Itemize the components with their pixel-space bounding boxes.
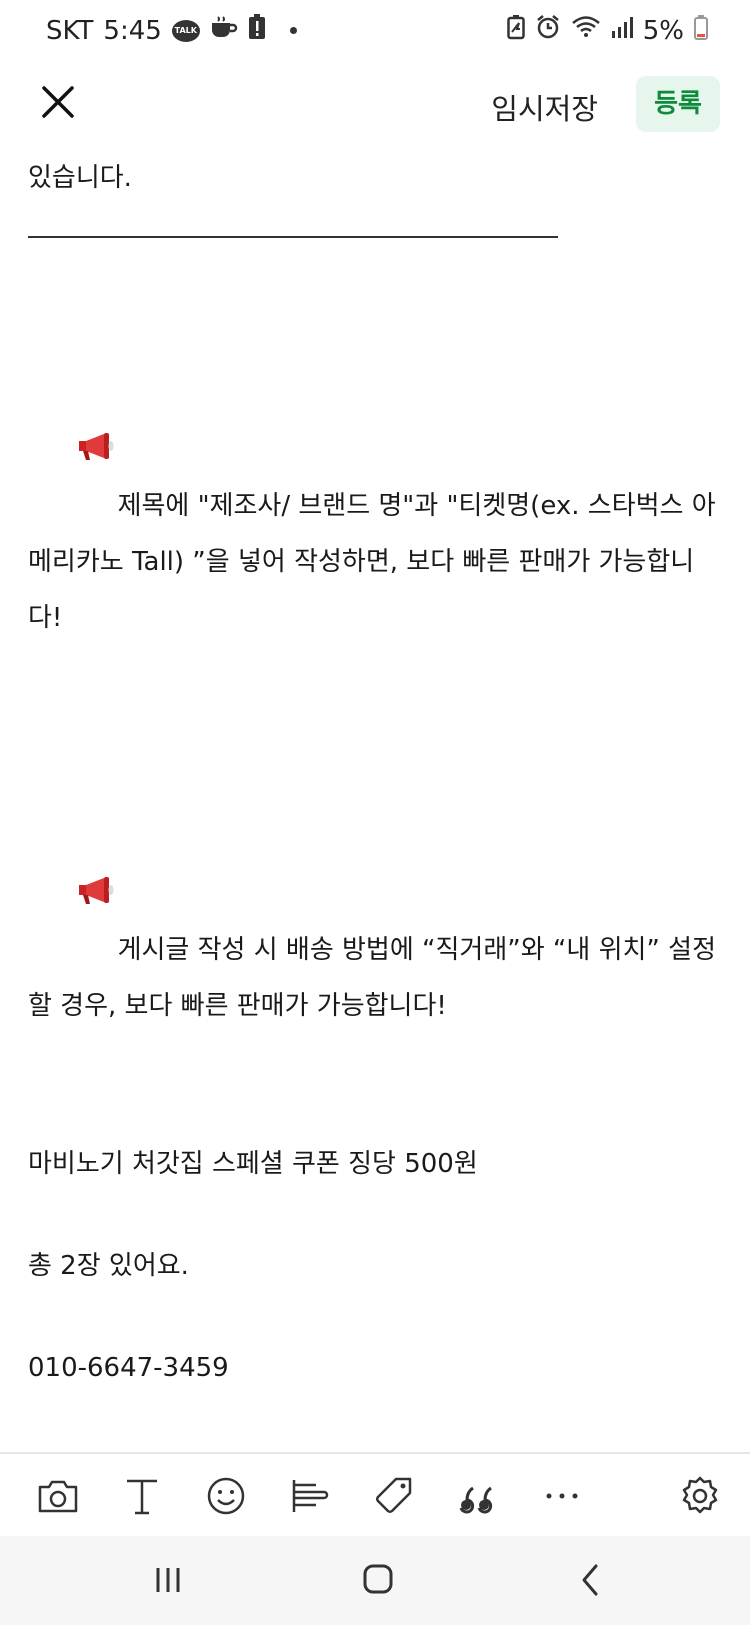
item-description: 마비노기 처갓집 스페셜 쿠폰 징당 500원 xyxy=(28,1149,478,1179)
home-icon[interactable] xyxy=(354,1558,402,1602)
tag-icon[interactable] xyxy=(370,1472,418,1520)
close-icon[interactable] xyxy=(38,82,78,122)
more-icon[interactable] xyxy=(538,1472,586,1520)
text-icon[interactable] xyxy=(118,1472,166,1520)
temp-save-button[interactable]: 임시저장 xyxy=(491,86,598,128)
camera-icon[interactable] xyxy=(34,1472,82,1520)
divider-line xyxy=(28,236,558,238)
back-icon[interactable] xyxy=(566,1558,614,1602)
quote-icon[interactable] xyxy=(454,1472,502,1520)
battery-saver-icon xyxy=(507,14,525,47)
alarm-icon xyxy=(535,14,561,47)
status-left: SKT 5:45 TALK xyxy=(46,14,297,47)
screen: SKT 5:45 TALK 5% 임시저장 등록 있습니다. 제목에 "제조사/… xyxy=(0,0,750,1625)
signal-icon xyxy=(611,15,633,46)
system-nav-bar xyxy=(0,1536,750,1625)
emoji-icon[interactable] xyxy=(202,1472,250,1520)
quantity-text: 총 2장 있어요. xyxy=(28,1251,189,1281)
carrier-label: SKT xyxy=(46,15,94,46)
phone-number-text: 010-6647-3459 xyxy=(28,1353,229,1383)
settings-icon[interactable] xyxy=(676,1472,724,1520)
align-icon[interactable] xyxy=(286,1472,334,1520)
notice-title-tip: 제목에 "제조사/ 브랜드 명"과 "티켓명(ex. 스타벅스 아메리카노 Ta… xyxy=(28,258,728,702)
editor-header: 임시저장 등록 xyxy=(0,62,750,148)
status-right: 5% xyxy=(507,14,708,47)
megaphone-icon xyxy=(78,758,114,904)
status-bar: SKT 5:45 TALK 5% xyxy=(0,0,750,62)
alert-icon xyxy=(248,14,266,47)
wifi-icon xyxy=(571,15,601,46)
post-body-editor[interactable]: 있습니다. 제목에 "제조사/ 브랜드 명"과 "티켓명(ex. 스타벅스 아메… xyxy=(28,150,728,1396)
battery-icon xyxy=(694,14,708,47)
notice-title-text: 제목에 "제조사/ 브랜드 명"과 "티켓명(ex. 스타벅스 아메리카노 Ta… xyxy=(28,491,716,633)
megaphone-icon xyxy=(78,314,114,460)
dot-icon xyxy=(289,27,297,34)
kakaotalk-icon: TALK xyxy=(171,19,200,42)
time-label: 5:45 xyxy=(103,15,162,46)
editor-toolbar xyxy=(0,1452,750,1538)
coffee-icon xyxy=(210,15,238,46)
notice-delivery-text: 게시글 작성 시 배송 방법에 “직거래”와 “내 위치” 설정할 경우, 보다… xyxy=(28,935,716,1021)
notice-delivery-tip: 게시글 작성 시 배송 방법에 “직거래”와 “내 위치” 설정할 경우, 보다… xyxy=(28,702,728,1090)
submit-button[interactable]: 등록 xyxy=(636,76,720,132)
recent-apps-icon[interactable] xyxy=(144,1558,192,1602)
battery-label: 5% xyxy=(642,15,684,46)
body-line-intro: 있습니다. xyxy=(28,163,132,193)
